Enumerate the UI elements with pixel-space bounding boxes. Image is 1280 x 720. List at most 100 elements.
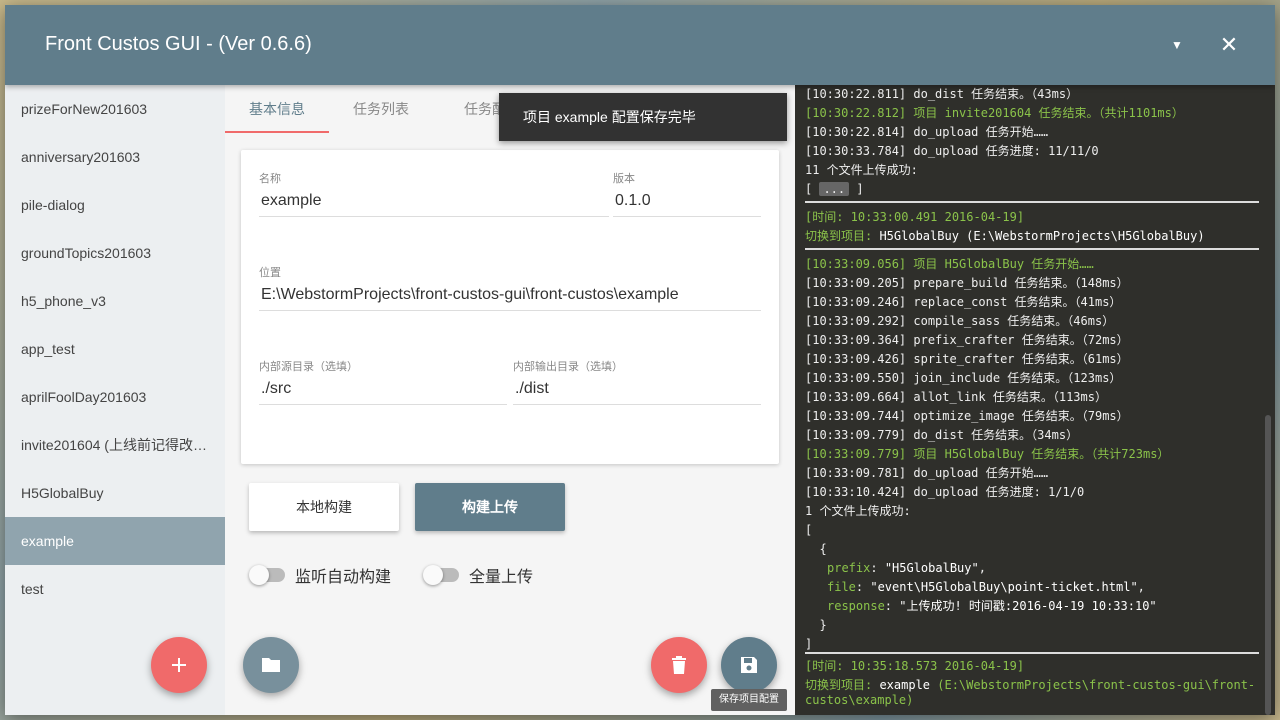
switch-prefix: 切换到项目: bbox=[805, 229, 880, 243]
obj-key: file bbox=[827, 580, 856, 594]
build-upload-button[interactable]: 构建上传 bbox=[415, 483, 565, 531]
obj-value: "上传成功! 时间戳:2016-04-19 10:33:10" bbox=[899, 599, 1157, 613]
log-line: [10:33:09.779] 项目 H5GlobalBuy 任务结束。（共计72… bbox=[805, 447, 1170, 461]
watch-toggle-track[interactable] bbox=[249, 565, 285, 585]
location-input[interactable]: E:\WebstormProjects\front-custos-gui\fro… bbox=[259, 286, 761, 311]
project-item[interactable]: prizeForNew201603 bbox=[5, 85, 225, 133]
local-build-button[interactable]: 本地构建 bbox=[249, 483, 399, 531]
project-item[interactable]: anniversary201603 bbox=[5, 133, 225, 181]
project-item[interactable]: H5GlobalBuy bbox=[5, 469, 225, 517]
version-field[interactable]: 版本 0.1.0 bbox=[613, 170, 761, 217]
project-item[interactable]: h5_phone_v3 bbox=[5, 277, 225, 325]
log-line: 11 个文件上传成功: bbox=[805, 163, 918, 177]
src-dir-input[interactable]: ./src bbox=[259, 380, 507, 405]
save-tooltip: 保存项目配置 bbox=[711, 689, 787, 711]
log-obj-file: file: "event\H5GlobalBuy\point-ticket.ht… bbox=[827, 580, 1145, 594]
location-field[interactable]: 位置 E:\WebstormProjects\front-custos-gui\… bbox=[259, 264, 761, 311]
log-obj-response: response: "上传成功! 时间戳:2016-04-19 10:33:10… bbox=[827, 599, 1157, 613]
expand-dots-button[interactable]: ... bbox=[819, 182, 850, 196]
switch-project-name: example bbox=[879, 678, 931, 692]
log-line: [10:33:09.292] compile_sass 任务结束。（46ms） bbox=[805, 314, 1115, 328]
tab-task-list[interactable]: 任务列表 bbox=[329, 85, 433, 133]
full-upload-toggle-label: 全量上传 bbox=[469, 569, 534, 586]
log-line: [10:33:09.550] join_include 任务结束。（123ms） bbox=[805, 371, 1122, 385]
log-line: 1 个文件上传成功: bbox=[805, 504, 911, 518]
src-dir-label: 内部源目录（选填） bbox=[259, 361, 358, 373]
project-detail: 基本信息 任务列表 任务配 名称 example 版本 0.1.0 位置 E:\… bbox=[225, 85, 795, 715]
log-line: [ bbox=[805, 523, 813, 537]
project-item-selected[interactable]: example bbox=[5, 517, 225, 565]
close-icon[interactable]: ✕ bbox=[1217, 33, 1241, 57]
name-label: 名称 bbox=[259, 173, 281, 185]
obj-key: prefix bbox=[827, 561, 871, 575]
log-panel[interactable]: [10:30:22.811] do_dist 任务结束。（43ms） [10:3… bbox=[795, 85, 1275, 715]
log-line: [10:33:09.664] allot_link 任务结束。（113ms） bbox=[805, 390, 1107, 404]
log-line: } bbox=[805, 618, 827, 632]
log-line: [10:33:09.744] optimize_image 任务结束。（79ms… bbox=[805, 409, 1129, 423]
log-line: [10:30:22.812] 项目 invite201604 任务结束。（共计1… bbox=[805, 106, 1184, 120]
minimize-icon[interactable]: ▼ bbox=[1165, 33, 1189, 57]
log-line: [10:33:09.364] prefix_crafter 任务结束。（72ms… bbox=[805, 333, 1129, 347]
log-line: [10:33:09.246] replace_const 任务结束。（41ms） bbox=[805, 295, 1122, 309]
version-label: 版本 bbox=[613, 173, 635, 185]
log-line: [10:33:09.205] prepare_build 任务结束。（148ms… bbox=[805, 276, 1129, 290]
log-line: [10:33:09.056] 项目 H5GlobalBuy 任务开始…… bbox=[805, 257, 1094, 271]
full-upload-toggle[interactable]: 全量上传 bbox=[423, 563, 534, 587]
project-item[interactable]: test bbox=[5, 565, 225, 613]
name-field[interactable]: 名称 example bbox=[259, 170, 609, 217]
src-dir-field[interactable]: 内部源目录（选填） ./src bbox=[259, 358, 507, 405]
switch-project-path: (E:\WebstormProjects\H5GlobalBuy) bbox=[958, 229, 1205, 243]
log-line: [10:33:10.424] do_upload 任务进度: 1/1/0 bbox=[805, 485, 1085, 499]
obj-value: "H5GlobalBuy" bbox=[884, 561, 979, 575]
log-line: [10:33:09.781] do_upload 任务开始…… bbox=[805, 466, 1049, 480]
log-line: [10:30:22.814] do_upload 任务开始…… bbox=[805, 125, 1049, 139]
folder-icon bbox=[262, 658, 280, 672]
log-separator bbox=[805, 652, 1259, 654]
open-folder-button[interactable] bbox=[243, 637, 299, 693]
switch-prefix: 切换到项目: bbox=[805, 678, 880, 692]
collapsed-close: ] bbox=[849, 182, 864, 196]
log-separator bbox=[805, 201, 1259, 203]
project-item[interactable]: invite201604 (上线前记得改… bbox=[5, 421, 225, 469]
location-label: 位置 bbox=[259, 267, 281, 279]
watch-toggle-label: 监听自动构建 bbox=[295, 569, 392, 586]
switch-project-name: H5GlobalBuy bbox=[879, 229, 959, 243]
log-line: [10:33:09.779] do_dist 任务结束。（34ms） bbox=[805, 428, 1079, 442]
switch-project-path: (E:\WebstormProjects\front-custos-gui\fr… bbox=[930, 678, 1256, 692]
log-scrollbar[interactable] bbox=[1265, 415, 1271, 715]
full-upload-toggle-track[interactable] bbox=[423, 565, 459, 585]
app-window: Front Custos GUI - (Ver 0.6.6) ▼ ✕ prize… bbox=[5, 5, 1275, 715]
project-item[interactable]: groundTopics201603 bbox=[5, 229, 225, 277]
log-line: [10:30:33.784] do_upload 任务进度: 11/11/0 bbox=[805, 144, 1099, 158]
plus-icon bbox=[172, 658, 186, 672]
watch-toggle-knob bbox=[249, 565, 269, 585]
save-toast: 项目 example 配置保存完毕 bbox=[499, 93, 787, 141]
log-line: [10:33:09.426] sprite_crafter 任务结束。（61ms… bbox=[805, 352, 1129, 366]
collapsed-open: [ bbox=[805, 182, 820, 196]
log-line: [10:30:22.811] do_dist 任务结束。（43ms） bbox=[805, 87, 1079, 101]
project-list: prizeForNew201603 anniversary201603 pile… bbox=[5, 85, 225, 715]
add-project-button[interactable] bbox=[151, 637, 207, 693]
title-bar: Front Custos GUI - (Ver 0.6.6) ▼ ✕ bbox=[5, 5, 1275, 85]
dist-dir-field[interactable]: 内部输出目录（选填） ./dist bbox=[513, 358, 761, 405]
project-item[interactable]: aprilFoolDay201603 bbox=[5, 373, 225, 421]
dist-dir-label: 内部输出目录（选填） bbox=[513, 361, 623, 373]
save-icon bbox=[741, 657, 757, 673]
log-separator bbox=[805, 248, 1259, 250]
log-switch-path-cont: custos\example) bbox=[805, 693, 914, 707]
obj-value: "event\H5GlobalBuy\point-ticket.html" bbox=[870, 580, 1138, 594]
watch-toggle[interactable]: 监听自动构建 bbox=[249, 563, 392, 587]
delete-project-button[interactable] bbox=[651, 637, 707, 693]
log-line: { bbox=[805, 542, 827, 556]
name-input[interactable]: example bbox=[259, 192, 609, 217]
log-collapsed-array[interactable]: [ ... ] bbox=[805, 180, 864, 199]
obj-key: response bbox=[827, 599, 885, 613]
project-item[interactable]: app_test bbox=[5, 325, 225, 373]
save-config-button[interactable] bbox=[721, 637, 777, 693]
project-item[interactable]: pile-dialog bbox=[5, 181, 225, 229]
window-title: Front Custos GUI - (Ver 0.6.6) bbox=[45, 33, 312, 55]
basic-info-card: 名称 example 版本 0.1.0 位置 E:\WebstormProjec… bbox=[241, 150, 779, 464]
tab-basic-info[interactable]: 基本信息 bbox=[225, 85, 329, 133]
dist-dir-input[interactable]: ./dist bbox=[513, 380, 761, 405]
version-input[interactable]: 0.1.0 bbox=[613, 192, 761, 217]
